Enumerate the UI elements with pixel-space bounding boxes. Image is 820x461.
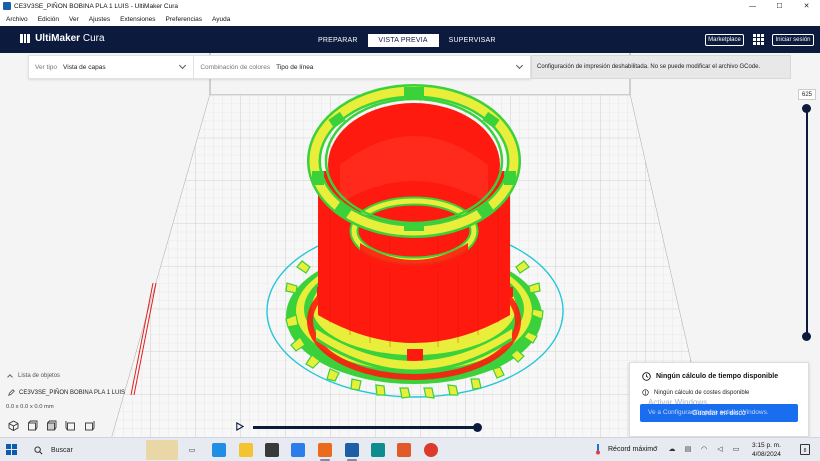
weather-text: Récord máximo <box>608 445 658 453</box>
gcode-settings-message: Configuración de impresión deshabilitada… <box>531 55 791 79</box>
view-3d-icon[interactable] <box>7 419 19 431</box>
object-name: CE3V3SE_PIÑON BOBINA PLA 1 LUIS <box>19 389 126 396</box>
object-list-toggle[interactable]: Lista de objetos <box>7 373 61 380</box>
print-time-row: Ningún cálculo de tiempo disponible <box>642 372 778 381</box>
notification-center-icon[interactable]: 8 <box>800 444 810 455</box>
view-front-icon[interactable] <box>26 419 38 431</box>
edge-browser-icon[interactable] <box>212 443 226 457</box>
clock-icon <box>642 372 651 381</box>
app-header: UltiMaker Cura PREPARAR VISTA PREVIA SUP… <box>0 26 820 53</box>
menu-bar: Archivo Edición Ver Ajustes Extensiones … <box>0 12 820 26</box>
color-scheme-label: Combinación de colores <box>200 63 271 71</box>
battery-icon[interactable]: ▭ <box>731 443 741 455</box>
network-icon[interactable]: ▤ <box>683 443 693 455</box>
tab-vista-previa[interactable]: VISTA PREVIA <box>367 34 439 47</box>
print-cost-row: Ningún cálculo de costes disponible <box>642 389 749 396</box>
apps-grid-icon[interactable] <box>753 34 764 45</box>
taskbar-widget-image[interactable] <box>146 440 178 460</box>
brand-logo: UltiMaker Cura <box>20 33 105 44</box>
layer-slider-top-handle[interactable] <box>802 104 811 113</box>
view-right-icon[interactable] <box>83 419 95 431</box>
app-icon-1[interactable] <box>265 443 279 457</box>
brand-name-rest: Cura <box>80 33 105 44</box>
menu-ajustes[interactable]: Ajustes <box>89 16 110 23</box>
pencil-icon <box>8 389 15 396</box>
cost-icon <box>642 389 649 396</box>
color-scheme-value: Tipo de línea <box>276 63 314 71</box>
menu-ayuda[interactable]: Ayuda <box>212 16 230 23</box>
clock-time: 3:15 p. m. <box>752 442 781 449</box>
ultimaker-logo-icon <box>20 34 31 43</box>
simulation-slider-handle[interactable] <box>473 423 482 432</box>
camera-view-buttons <box>7 419 102 431</box>
signin-button[interactable]: Iniciar sesión <box>772 34 814 46</box>
chevron-down-icon <box>179 61 187 70</box>
view-type-label: Ver tipo <box>35 63 58 71</box>
taskbar-search[interactable]: Buscar <box>28 442 138 458</box>
view-type-value: Vista de capas <box>63 63 106 71</box>
search-label: Buscar <box>51 446 73 454</box>
view-options-bar: Ver tipo Vista de capas Combinación de c… <box>28 55 531 79</box>
chevron-up-icon <box>7 374 13 380</box>
window-controls: — ☐ ✕ <box>739 0 820 12</box>
cylinder-model <box>307 84 521 347</box>
marketplace-button[interactable]: Marketplace <box>705 34 744 46</box>
play-icon[interactable] <box>235 422 244 431</box>
taskbar-weather[interactable]: Récord máximo <box>594 443 657 455</box>
object-list: Lista de objetos <box>7 373 61 380</box>
object-list-item[interactable]: CE3V3SE_PIÑON BOBINA PLA 1 LUIS <box>8 389 125 396</box>
arduino-icon[interactable] <box>371 443 385 457</box>
taskbar-clock[interactable]: 3:15 p. m. 4/08/2024 <box>752 441 781 459</box>
view-type-dropdown[interactable]: Ver tipo Vista de capas <box>29 56 195 78</box>
layer-slider-track[interactable] <box>806 108 808 336</box>
wifi-icon[interactable]: ◠ <box>699 443 709 455</box>
windows-activation-hint: Ve a Configuración para activar Windows. <box>648 409 769 416</box>
simulation-slider-track[interactable] <box>253 426 478 429</box>
cloud-icon[interactable]: ☁ <box>667 443 677 455</box>
mail-icon[interactable] <box>291 443 305 457</box>
menu-ver[interactable]: Ver <box>69 16 79 23</box>
object-list-header: Lista de objetos <box>18 373 61 379</box>
print-info-panel: Ningún cálculo de tiempo disponible Ning… <box>629 362 809 437</box>
layer-number-input[interactable]: 625 <box>798 89 816 100</box>
tab-supervisar[interactable]: SUPERVISAR <box>439 34 506 47</box>
system-tray: ⌃ ☁ ▤ ◠ ◁ ▭ <box>651 443 747 455</box>
view-top-icon[interactable] <box>45 419 57 431</box>
file-explorer-icon[interactable] <box>239 443 253 457</box>
menu-preferencias[interactable]: Preferencias <box>166 16 203 23</box>
cura-taskbar-icon[interactable] <box>345 443 359 461</box>
cura-app-icon <box>3 2 11 10</box>
thermometer-icon <box>596 444 600 455</box>
menu-archivo[interactable]: Archivo <box>6 16 28 23</box>
app-icon-3[interactable] <box>397 443 411 457</box>
chevron-down-icon <box>515 61 524 70</box>
clock-date: 4/08/2024 <box>752 451 781 458</box>
print-cost-text: Ningún cálculo de costes disponible <box>654 389 750 396</box>
view-left-icon[interactable] <box>64 419 76 431</box>
window-title: CE3V3SE_PIÑON BOBINA PLA 1 LUIS - UltiMa… <box>14 2 179 10</box>
stage-tabs: PREPARAR VISTA PREVIA SUPERVISAR <box>308 34 506 47</box>
menu-edicion[interactable]: Edición <box>38 16 59 23</box>
windows-start-icon[interactable] <box>6 444 17 455</box>
brand-name-bold: UltiMaker <box>35 33 81 44</box>
search-icon <box>34 445 43 454</box>
print-time-text: Ningún cálculo de tiempo disponible <box>656 373 779 380</box>
close-button[interactable]: ✕ <box>793 0 820 12</box>
volume-icon[interactable]: ◁ <box>715 443 725 455</box>
layer-slider-bottom-handle[interactable] <box>802 332 811 341</box>
windows-taskbar: Buscar ▭ Récord máximo ⌃ ☁ ▤ ◠ ◁ ▭ 3:15 … <box>0 437 820 461</box>
object-dimensions: 0.0 x 0.0 x 0.0 mm <box>6 404 54 410</box>
color-scheme-dropdown[interactable]: Combinación de colores Tipo de línea <box>194 56 530 78</box>
chevron-up-icon[interactable]: ⌃ <box>651 443 661 455</box>
chrome-icon[interactable] <box>424 443 438 457</box>
title-bar: CE3V3SE_PIÑON BOBINA PLA 1 LUIS - UltiMa… <box>0 0 820 12</box>
app-icon-2[interactable] <box>318 443 332 461</box>
minimize-button[interactable]: — <box>739 0 766 12</box>
menu-extensiones[interactable]: Extensiones <box>120 16 155 23</box>
maximize-button[interactable]: ☐ <box>766 0 793 12</box>
tab-preparar[interactable]: PREPARAR <box>308 34 368 47</box>
task-view-icon[interactable]: ▭ <box>185 443 199 457</box>
